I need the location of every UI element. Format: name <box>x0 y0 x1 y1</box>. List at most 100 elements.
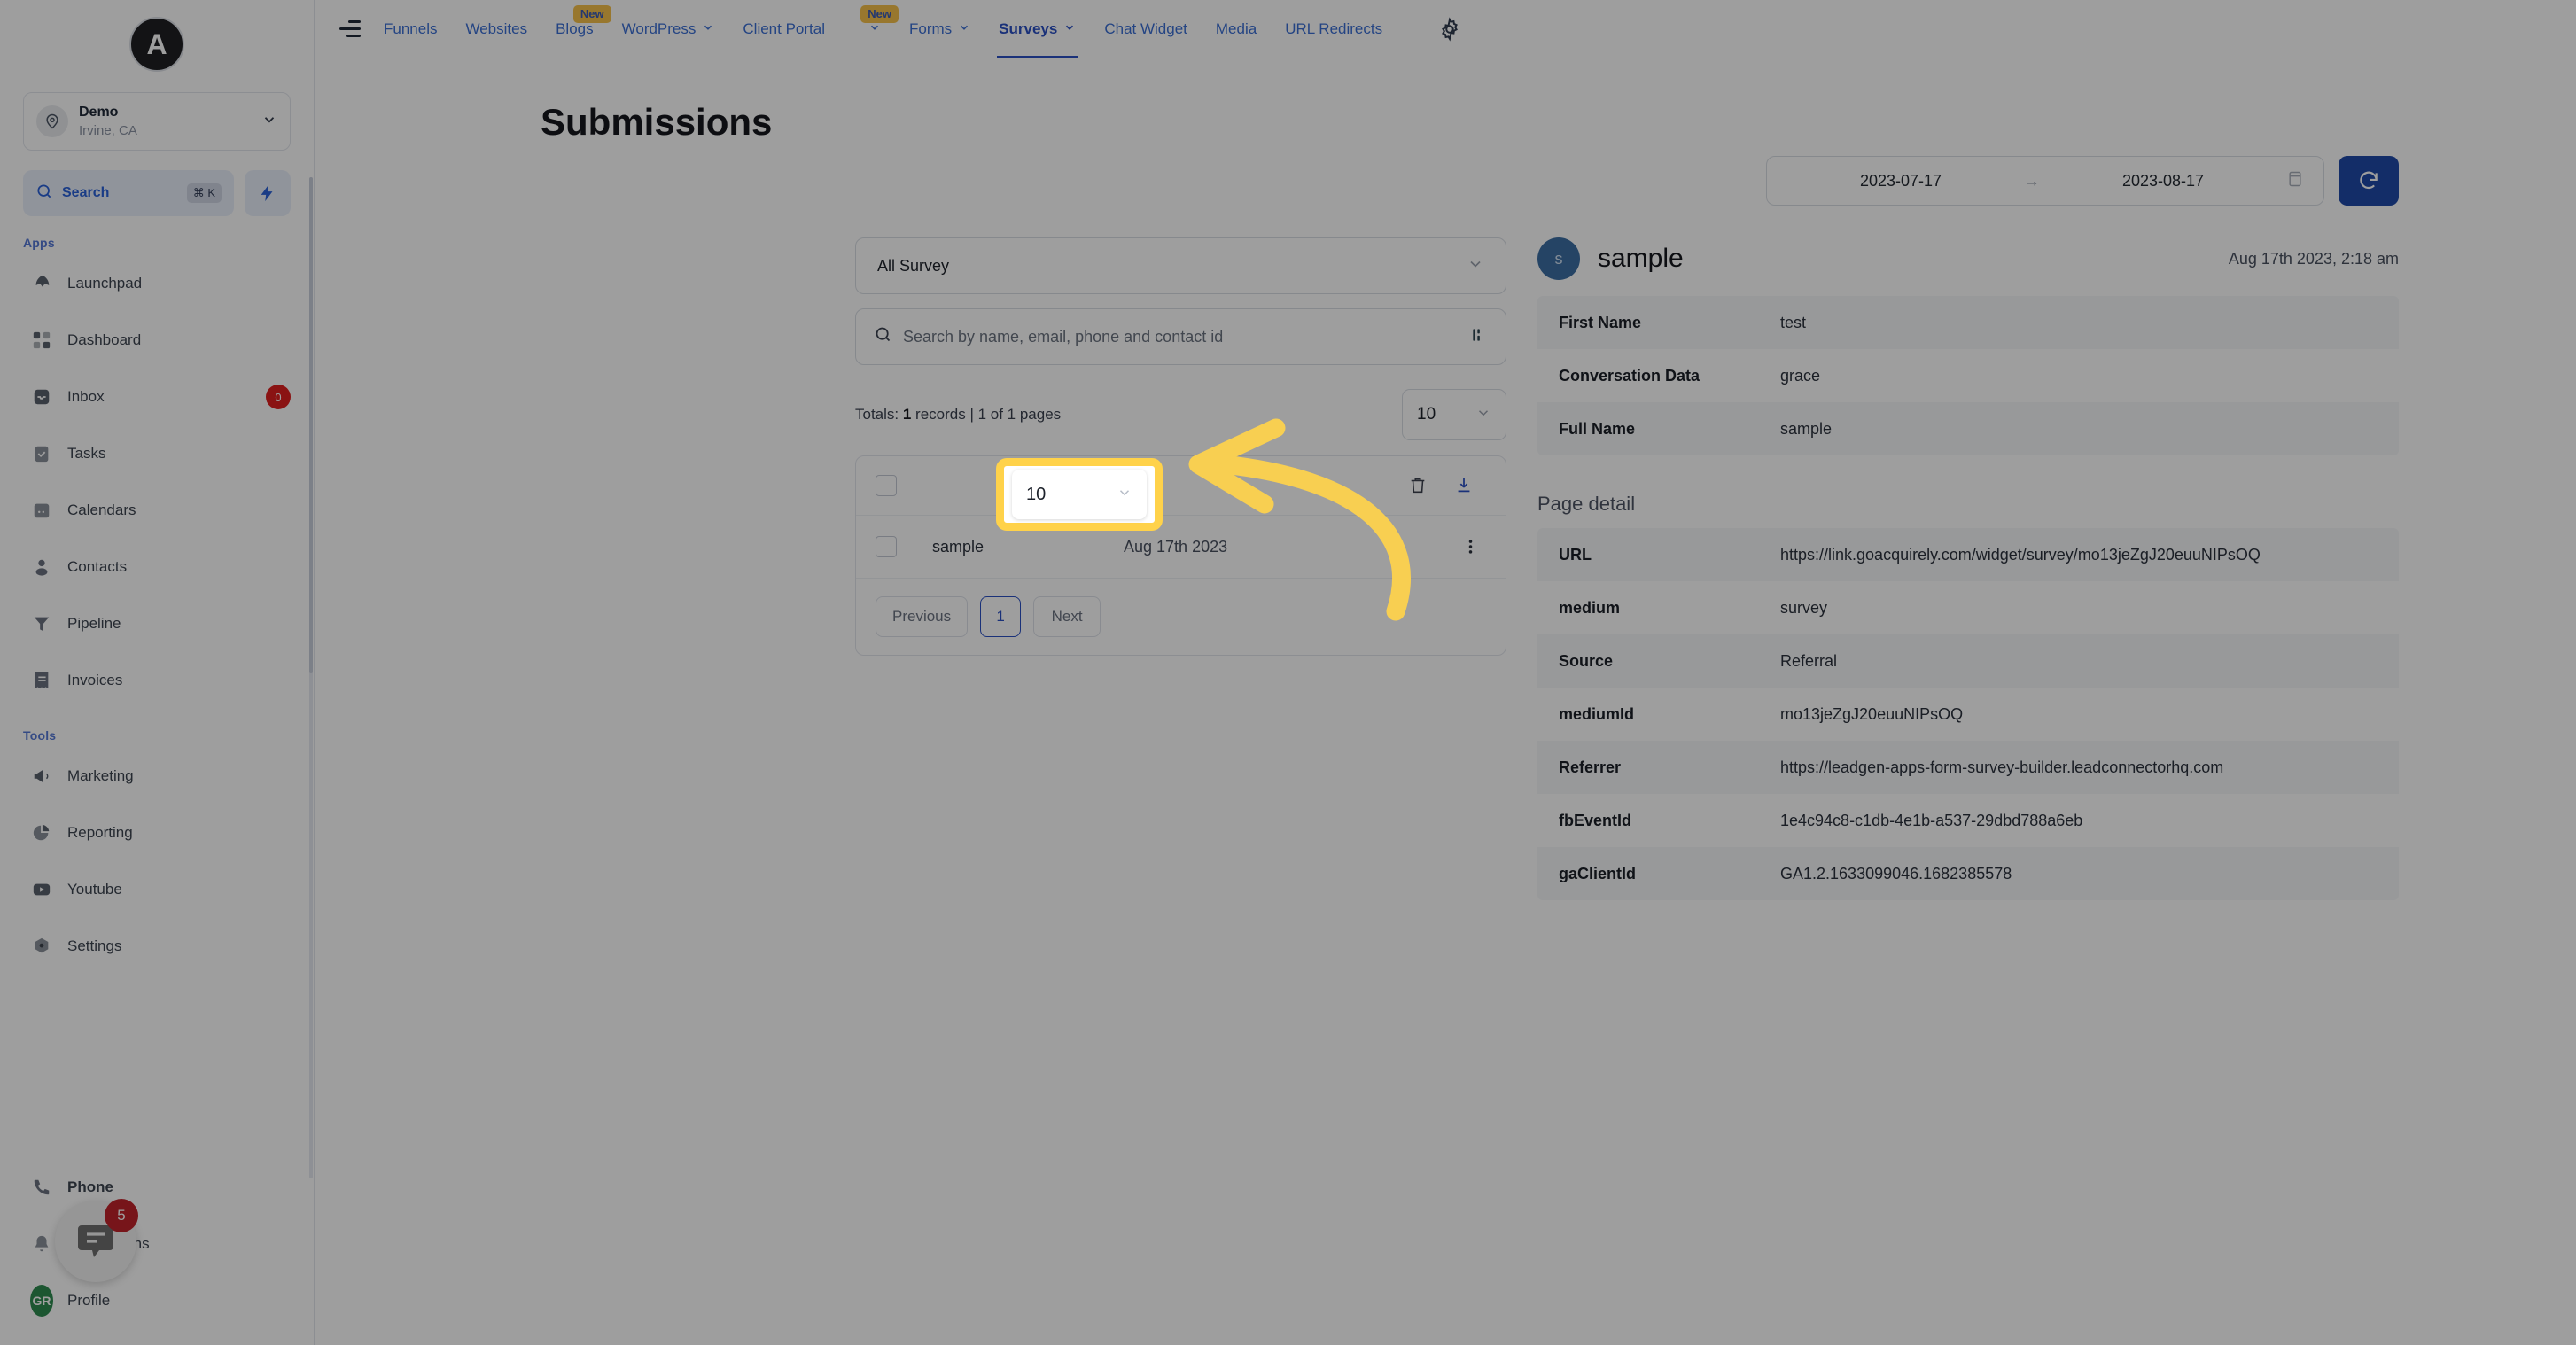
grid-icon <box>30 329 53 352</box>
date-range-end[interactable]: 2023-08-17 <box>2122 172 2204 190</box>
select-all-checkbox[interactable] <box>876 475 897 496</box>
download-icon[interactable] <box>1449 470 1479 501</box>
date-range-picker[interactable]: 2023-07-17 → 2023-08-17 <box>1766 156 2324 206</box>
sidebar-label: Profile <box>67 1292 111 1309</box>
submissions-search[interactable] <box>855 308 1506 365</box>
sidebar-item-notifications[interactable]: Notifications <box>0 1216 314 1272</box>
page-detail-table: URL https://link.goacquirely.com/widget/… <box>1537 528 2399 900</box>
kebab-menu-icon[interactable] <box>1461 537 1479 556</box>
field-value: sample <box>1780 419 1833 438</box>
sliders-icon[interactable] <box>1470 326 1488 348</box>
submission-fields-table: First Name test Conversation Data grace … <box>1537 296 2399 455</box>
field-value: 1e4c94c8-c1db-4e1b-a537-29dbd788a6eb <box>1780 811 2083 829</box>
chevron-down-icon <box>868 21 881 36</box>
tab-funnels[interactable]: Funnels <box>370 0 451 58</box>
submissions-table: sample Aug 17th 2023 Previous 1 Next <box>855 455 1506 656</box>
sidebar-item-calendars[interactable]: Calendars <box>0 482 314 539</box>
search-shortcut: ⌘ K <box>186 183 222 203</box>
date-range-arrow: → <box>2024 171 2041 190</box>
avatar-icon: GR <box>30 1285 53 1317</box>
totals-row: Totals: 1 records | 1 of 1 pages 10 <box>855 388 1506 441</box>
trash-icon[interactable] <box>1403 470 1433 501</box>
sidebar-label: Inbox <box>67 388 105 405</box>
pagination-previous[interactable]: Previous <box>876 596 969 637</box>
sidebar-label: Dashboard <box>67 331 142 348</box>
tab-client-portal[interactable]: Client Portal New <box>728 0 899 58</box>
chevron-down-icon <box>1063 21 1076 36</box>
submissions-list-panel: All Survey Totals: 1 records | 1 of <box>855 237 1506 900</box>
megaphone-icon <box>30 765 53 788</box>
table-row: fbEventId 1e4c94c8-c1db-4e1b-a537-29dbd7… <box>1537 794 2399 847</box>
user-icon <box>30 556 53 579</box>
table-row: Referrer https://leadgen-apps-form-surve… <box>1537 741 2399 794</box>
sidebar-scrollbar-thumb[interactable] <box>309 177 313 673</box>
chat-unread-badge: 5 <box>105 1199 138 1232</box>
sidebar-item-youtube[interactable]: Youtube <box>0 861 314 918</box>
quick-actions-button[interactable] <box>245 170 291 216</box>
menu-toggle-icon[interactable] <box>323 11 361 48</box>
sidebar-item-contacts[interactable]: Contacts <box>0 539 314 595</box>
search-input[interactable] <box>903 327 1459 346</box>
tab-label: Media <box>1215 19 1257 37</box>
sidebar-item-launchpad[interactable]: Launchpad <box>0 255 314 312</box>
chat-widget-button[interactable]: 5 <box>55 1199 138 1282</box>
sidebar-item-tasks[interactable]: Tasks <box>0 425 314 482</box>
per-page-select-highlighted[interactable]: 10 <box>1012 470 1147 519</box>
submissions-table-header <box>856 456 1506 515</box>
table-row: First Name test <box>1537 296 2399 349</box>
sidebar-label: Contacts <box>67 558 128 575</box>
detail-name: sample <box>1598 244 1684 273</box>
tab-websites[interactable]: Websites <box>451 0 541 58</box>
tab-wordpress[interactable]: WordPress <box>608 0 729 58</box>
tab-surveys[interactable]: Surveys <box>984 0 1090 58</box>
tab-forms[interactable]: Forms <box>895 0 984 58</box>
location-switcher[interactable]: Demo Irvine, CA <box>23 92 291 151</box>
sidebar: A Demo Irvine, CA Search ⌘ K Apps Launch… <box>0 0 315 1345</box>
sidebar-item-settings[interactable]: Settings <box>0 918 314 975</box>
refresh-button[interactable] <box>2339 156 2399 206</box>
field-key: Full Name <box>1559 419 1636 438</box>
inbox-icon <box>30 385 53 408</box>
sidebar-item-inbox[interactable]: Inbox 0 <box>0 369 314 425</box>
sidebar-item-invoices[interactable]: Invoices <box>0 652 314 709</box>
table-row: Full Name sample <box>1537 402 2399 455</box>
new-badge: New <box>860 4 899 24</box>
tab-url-redirects[interactable]: URL Redirects <box>1271 0 1397 58</box>
totals-text: Totals: 1 records | 1 of 1 pages <box>855 406 1402 424</box>
date-range-start[interactable]: 2023-07-17 <box>1860 172 1942 190</box>
survey-filter-select[interactable]: All Survey <box>855 237 1506 294</box>
tab-label: Forms <box>909 19 953 37</box>
app-logo[interactable]: A <box>129 17 184 72</box>
row-checkbox[interactable] <box>876 536 897 557</box>
field-value: grace <box>1780 366 1821 385</box>
avatar: s <box>1537 237 1580 280</box>
totals-prefix: Totals: <box>855 406 903 423</box>
pagination-page-1[interactable]: 1 <box>980 596 1022 637</box>
chevron-down-icon[interactable] <box>261 112 277 131</box>
tab-media[interactable]: Media <box>1202 0 1271 58</box>
page-title: Submissions <box>541 101 773 143</box>
per-page-select[interactable]: 10 <box>1402 389 1506 440</box>
sidebar-label: Youtube <box>67 881 122 898</box>
sidebar-item-profile[interactable]: GR Profile <box>0 1272 314 1329</box>
table-row: Conversation Data grace <box>1537 349 2399 402</box>
pagination: Previous 1 Next <box>856 579 1506 655</box>
pagination-next[interactable]: Next <box>1033 596 1101 637</box>
search-icon <box>35 183 53 205</box>
sidebar-item-marketing[interactable]: Marketing <box>0 748 314 805</box>
tab-chat-widget[interactable]: Chat Widget <box>1090 0 1202 58</box>
settings-gear-icon[interactable] <box>1429 9 1470 50</box>
sidebar-item-dashboard[interactable]: Dashboard <box>0 312 314 369</box>
field-key: gaClientId <box>1559 864 1637 882</box>
calendar-icon[interactable] <box>2286 170 2304 192</box>
search-input[interactable]: Search ⌘ K <box>23 170 234 216</box>
tab-blogs[interactable]: Blogs New <box>541 0 611 58</box>
sidebar-item-reporting[interactable]: Reporting <box>0 805 314 861</box>
pie-chart-icon <box>30 821 53 844</box>
sidebar-item-pipeline[interactable]: Pipeline <box>0 595 314 652</box>
sidebar-item-phone[interactable]: Phone <box>0 1159 314 1216</box>
invoice-icon <box>30 669 53 692</box>
table-row[interactable]: sample Aug 17th 2023 <box>856 515 1506 579</box>
sidebar-label: Reporting <box>67 824 133 841</box>
tab-label: Chat Widget <box>1104 19 1187 37</box>
